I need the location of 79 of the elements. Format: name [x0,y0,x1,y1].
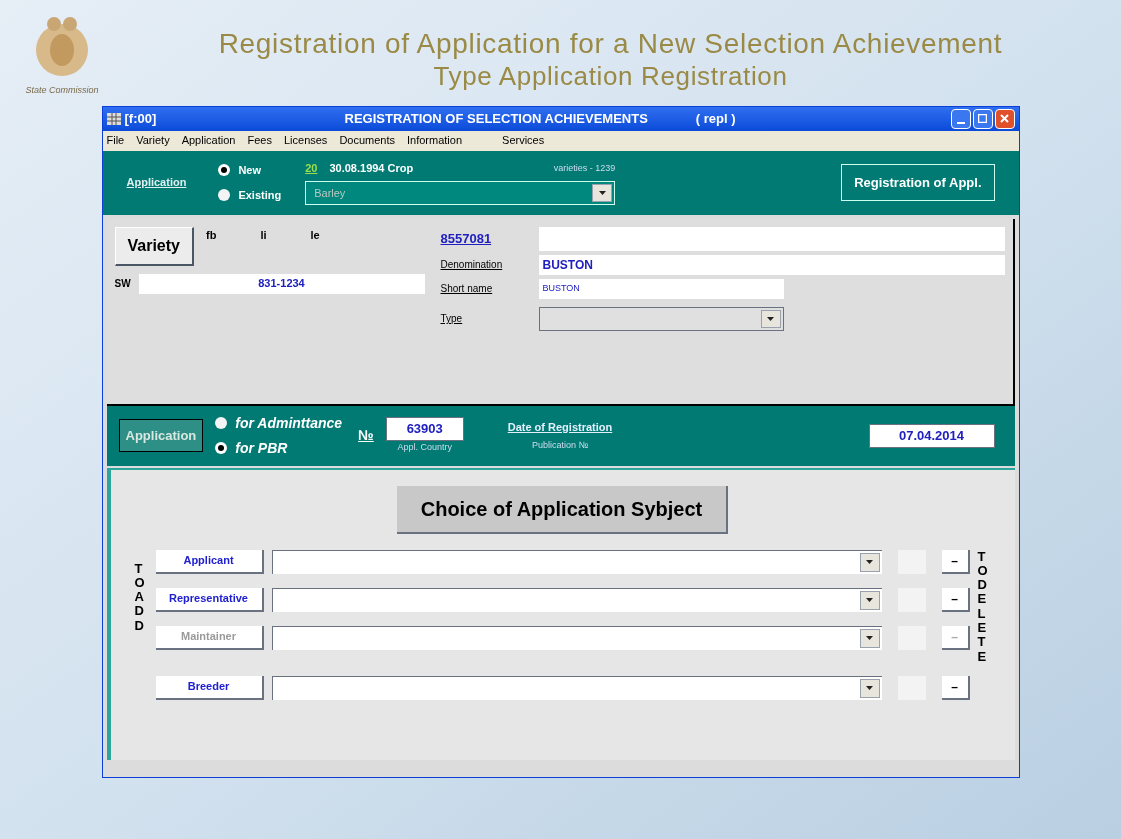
minimize-button[interactable] [950,108,971,129]
radio-button[interactable] [215,417,228,429]
denomination-label: Denomination [440,258,504,272]
subject-dropdown[interactable] [271,549,882,574]
dropdown-arrow-button[interactable] [859,628,880,648]
subject-button[interactable]: Breeder [155,675,264,700]
registration-date-label: Date of Registration [507,419,613,435]
menu-item[interactable]: File [106,132,125,149]
close-button[interactable] [994,108,1015,129]
variety-name-field[interactable] [538,226,1005,251]
sw-field[interactable]: 831-1234 [138,273,425,294]
subject-dropdown[interactable] [271,587,882,612]
slide-title: Registration of Application for a New Selection Achievement [218,28,1003,60]
subject-button[interactable]: Representative [155,587,264,612]
window-id: [f:00] [124,109,158,128]
menu-item[interactable]: Variety [136,132,170,149]
caret-icon [866,686,873,690]
code-label: li [260,227,267,243]
subject-button[interactable]: Applicant [155,549,264,574]
caret-icon [866,560,873,564]
caret-icon [866,636,873,640]
menu-item[interactable]: Information [407,132,463,149]
dropdown-arrow-button[interactable] [760,309,781,328]
menu-item[interactable]: Documents [339,132,395,149]
code-label: le [310,227,320,243]
variety-number-link[interactable]: 8557081 [440,228,515,249]
menu-item[interactable]: Fees [247,132,272,149]
dropdown-arrow-button[interactable] [859,552,880,572]
emblem-caption: State Commission [25,84,99,97]
code-label: fb [206,227,217,243]
radio-button[interactable] [218,164,231,177]
dropdown-arrow-button[interactable] [592,183,613,202]
window-title: REGISTRATION OF SELECTION ACHIEVEMENTS [344,109,648,128]
type-dropdown[interactable] [538,306,784,331]
delete-button[interactable]: – [941,675,970,700]
to-add-label: TO ADD [134,561,146,635]
publication-label: Publication № [531,439,589,452]
radio-label[interactable]: Existing [238,186,282,203]
delete-button[interactable]: – [941,549,970,574]
record-count: 20 [305,161,318,177]
delete-button[interactable]: – [941,587,970,612]
short-name-label: Short name [440,282,494,296]
slide-subtitle: Type Application Registration [433,60,788,92]
date-crop-label: 30.08.1994 Crop [329,161,414,177]
short-name-field[interactable]: BUSTON [538,278,784,299]
caret-icon [598,190,606,195]
subject-dropdown[interactable] [271,625,882,650]
radio-button[interactable] [218,188,231,201]
radio-label[interactable]: New [238,162,261,179]
maximize-icon [978,114,987,123]
to-delete-label: TO DELETE [977,549,989,666]
menu-item[interactable]: Licenses [283,132,328,149]
number-sign: № [358,426,374,445]
maximize-button[interactable] [972,108,993,129]
country-label: Appl. Country [397,440,452,454]
caret-icon [767,316,774,321]
application-link[interactable]: Application [126,174,187,191]
sw-label: SW [114,277,132,291]
radio-label[interactable]: for PBR [235,437,288,459]
subjects-title: Choice of Application Sybject [396,485,729,534]
application-number-field[interactable]: 63903 [385,416,464,441]
type-label: Type [440,312,464,326]
menu-item[interactable]: Services [502,132,545,149]
registration-date-field[interactable]: 07.04.2014 [868,423,995,448]
dropdown-arrow-button[interactable] [859,678,880,698]
radio-label[interactable]: for Adminttance [235,412,343,434]
caret-icon [866,598,873,602]
app-icon [106,112,121,125]
variety-button[interactable]: Variety [114,226,194,266]
varieties-count: varieties - 1239 [553,161,616,175]
denomination-field[interactable]: BUSTON [538,254,1005,275]
subject-dropdown[interactable] [271,675,882,700]
dropdown-arrow-button[interactable] [859,590,880,610]
window-mode: ( repl ) [695,109,736,128]
minimize-icon [956,121,965,124]
close-icon [1000,114,1009,123]
registration-button[interactable]: Registration of Appl. [841,163,995,202]
menu-item[interactable]: Application [181,132,236,149]
radio-button[interactable] [215,442,228,454]
